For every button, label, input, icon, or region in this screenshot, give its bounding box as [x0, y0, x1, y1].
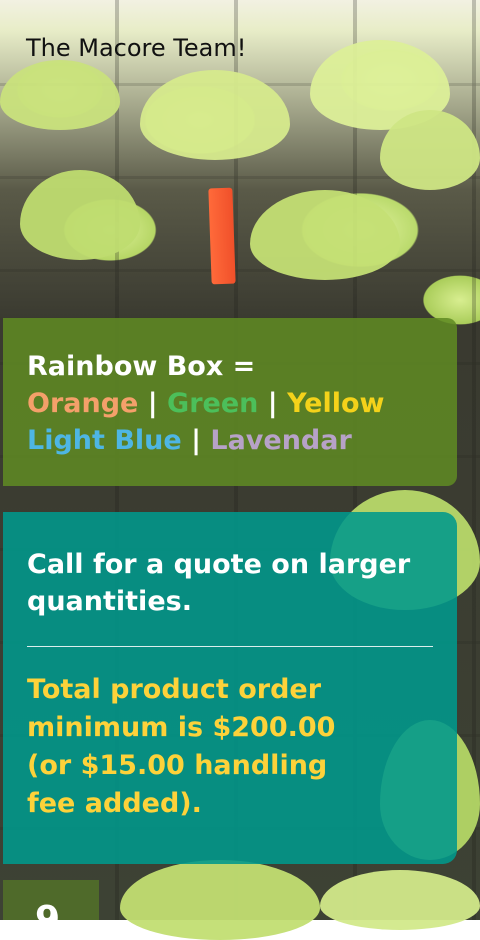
- color-orange: Orange: [27, 388, 139, 419]
- page-number: 9: [35, 899, 61, 921]
- quote-text: Call for a quote on larger quantities.: [27, 549, 411, 617]
- rainbow-colors-row-2: Light Blue | Lavendar: [27, 422, 457, 459]
- order-minimum-text: Total product order minimum is $200.00 (…: [27, 674, 336, 819]
- rainbow-colors-row-1: Orange | Green | Yellow: [27, 385, 457, 422]
- color-separator: |: [191, 425, 201, 456]
- plant-label-tag: [208, 187, 236, 285]
- rainbow-box-heading-text: Rainbow Box =: [27, 351, 256, 382]
- color-yellow: Yellow: [287, 388, 385, 419]
- order-info-panel: Call for a quote on larger quantities. T…: [3, 512, 457, 864]
- page-number-badge: 9: [3, 880, 99, 920]
- color-separator: |: [147, 388, 158, 419]
- divider: [27, 646, 433, 647]
- rainbow-box-panel: Rainbow Box = Orange | Green | Yellow Li…: [3, 318, 457, 486]
- color-separator: |: [267, 388, 278, 419]
- page-title: The Macore Team!: [26, 34, 247, 62]
- color-green: Green: [167, 388, 259, 419]
- color-lavendar: Lavendar: [210, 425, 352, 456]
- color-light-blue: Light Blue: [27, 425, 182, 456]
- rainbow-box-heading: Rainbow Box =: [27, 348, 457, 385]
